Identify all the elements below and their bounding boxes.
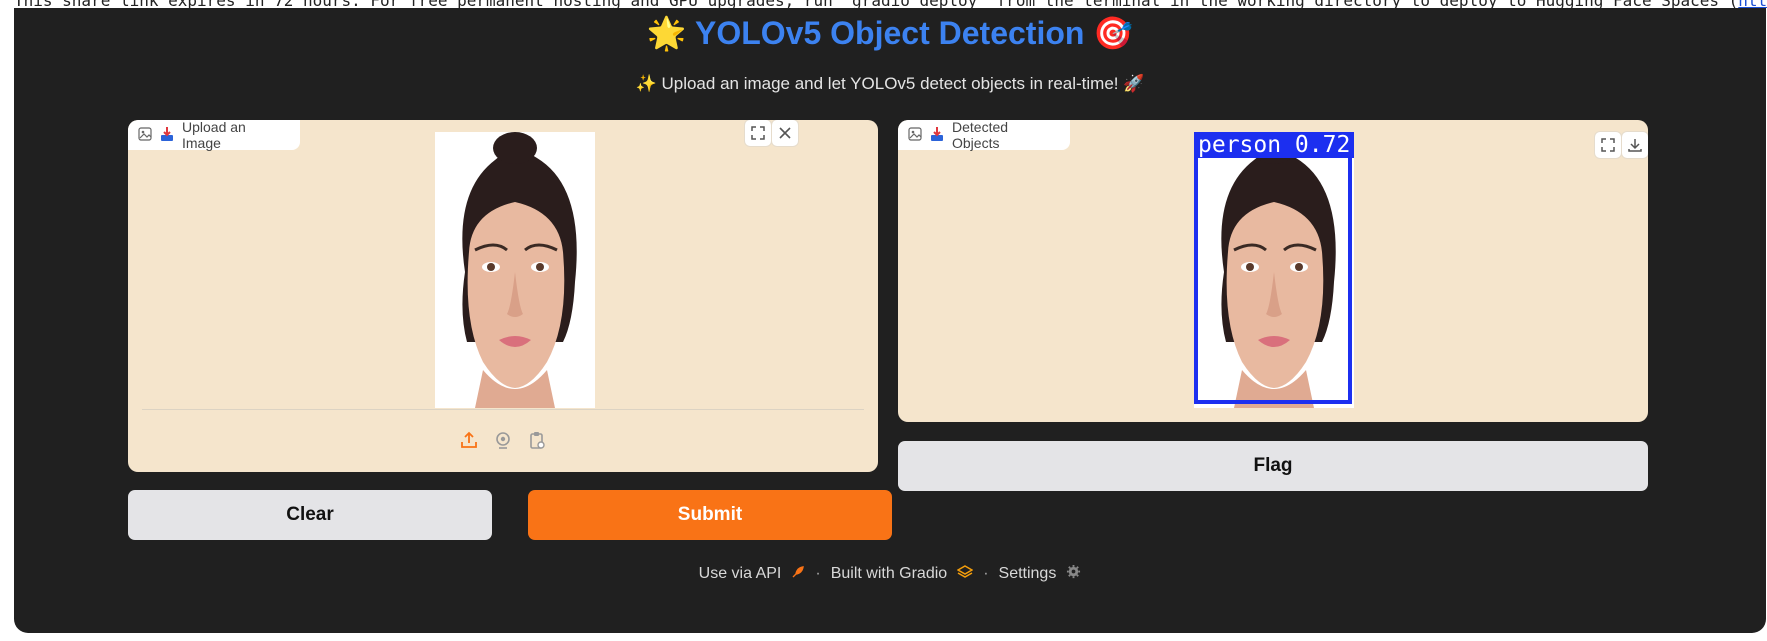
built-with-gradio-link[interactable]: Built with Gradio [831,565,948,583]
page-title: 🌟 YOLOv5 Object Detection 🎯 [14,14,1766,52]
footer: Use via API · Built with Gradio · Settin… [14,564,1766,584]
gradio-logo-icon [956,564,974,584]
upload-label-text: Upload an Image [182,120,246,151]
settings-link[interactable]: Settings [999,565,1057,583]
image-icon [138,126,152,144]
webcam-icon[interactable] [492,429,514,451]
rocket-icon [791,565,805,584]
gradio-app: 🌟 YOLOv5 Object Detection 🎯 ✨ Upload an … [14,8,1766,633]
close-icon[interactable] [772,120,798,146]
rocket-emoji: 🚀 [1123,74,1145,94]
separator: · [983,565,989,582]
use-via-api-link[interactable]: Use via API [699,565,782,583]
upload-icon[interactable] [458,429,480,451]
fullscreen-icon[interactable] [745,120,771,146]
sparkles-emoji: ✨ [635,74,657,94]
clipboard-icon[interactable] [526,429,548,451]
source-selector [128,429,878,451]
output-label-text: Detected Objects [952,120,1009,151]
uploaded-image [435,132,595,408]
source-divider [142,409,864,410]
separator: · [815,565,821,582]
output-label: Detected Objects [898,120,1070,151]
download-label-icon [930,126,944,145]
submit-button[interactable]: Submit [528,490,892,540]
clear-button[interactable]: Clear [128,490,492,540]
download-icon[interactable] [1622,132,1648,158]
upload-label-icon [160,126,174,145]
gear-icon [1066,564,1081,584]
star-emoji: 🌟 [646,14,687,52]
detection-label: person 0.72 [1194,132,1354,158]
target-emoji: 🎯 [1093,14,1134,52]
face-photo-left [435,132,595,408]
image-icon [908,126,922,144]
fullscreen-icon[interactable] [1595,132,1621,158]
detection-bounding-box [1194,154,1352,404]
page-subtitle: ✨ Upload an image and let YOLOv5 detect … [14,74,1766,94]
upload-label: Upload an Image [128,120,300,151]
flag-button[interactable]: Flag [898,441,1648,491]
subtitle-text: Upload an image and let YOLOv5 detect ob… [661,74,1119,93]
detected-objects-panel: Detected Objects person 0.72 [898,120,1648,422]
detection-image: person 0.72 [1194,132,1354,408]
image-upload-panel[interactable]: Upload an Image [128,120,878,472]
title-text: YOLOv5 Object Detection [695,15,1085,51]
